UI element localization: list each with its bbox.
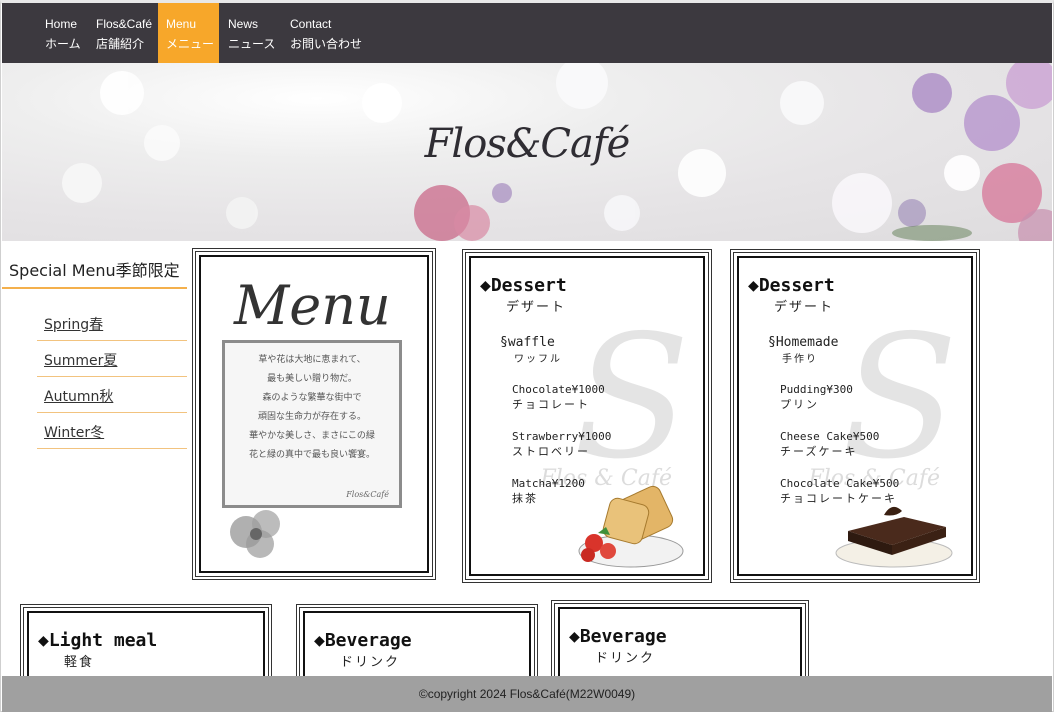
sidebar-link-autumn[interactable]: Autumn秋 [44,389,113,405]
hero-logo-title: Flos&Café [424,121,631,167]
menu-cover-poem-box: 草や花は大地に恵まれて、 最も美しい贈り物だ。 森のような繁華な街中で 頑固な生… [222,340,402,508]
nav-home-label-jp: ホーム [45,37,81,51]
card-title: ◆Dessert [480,275,567,296]
menu-item-name-jp: ストロベリー [512,445,590,458]
menu-item-name-jp: チーズケーキ [780,445,858,458]
menu-cover-signature: Flos&Café [346,490,389,499]
nav-about[interactable]: Flos&Café 店舗紹介 [96,3,156,63]
menu-item-name: Chocolate Cake¥500 [780,477,900,490]
nav-about-label-jp: 店舗紹介 [96,37,145,51]
card-subtitle: §waffle [500,335,555,350]
card-subtitle-jp: ワッフル [514,354,562,365]
nav-contact-label-jp: お問い合わせ [290,37,363,51]
nav-news-label: News [228,17,259,31]
nav-news[interactable]: News ニュース [228,3,284,63]
poem-line: 華やかな美しさ、まさにこの緑 [249,431,375,441]
page-footer: ©copyright 2024 Flos&Café(M22W0049) [2,676,1052,712]
poem-line: 頑固な生命力が存在する。 [257,412,366,422]
sidebar-item-winter[interactable]: Winter冬 [37,413,187,449]
card-subtitle-jp: 手作り [782,354,818,365]
menu-item-name-jp: プリン [780,398,819,411]
menu-item-name: Chocolate¥1000 [512,383,605,396]
sidebar-link-winter[interactable]: Winter冬 [44,425,104,441]
nav-menu[interactable]: Menu メニュー [158,3,219,63]
poem-line: 最も美しい贈り物だ。 [267,374,357,384]
flower-illustration-icon [230,510,280,558]
waffle-illustration-icon [578,485,684,568]
nav-menu-label-jp: メニュー [166,37,215,51]
top-nav: Home ホーム Flos&Café 店舗紹介 Menu メニュー News ニ… [2,3,1052,63]
poem-line: 花と緑の真中で最も良い饗宴。 [248,450,375,460]
dessert-card-waffle[interactable]: S Flos & Café ◆Dessert デザート §waffle ワッフル… [462,249,712,583]
nav-menu-label: Menu [166,17,197,31]
card-title-jp: ドリンク [595,651,656,666]
sidebar-link-spring[interactable]: Spring春 [44,317,103,333]
nav-news-label-jp: ニュース [228,37,276,51]
card-title: ◆Dessert [748,275,835,296]
sidebar-list: Spring春 Summer夏 Autumn秋 Winter冬 [37,305,187,449]
nav-about-label: Flos&Café [96,17,153,31]
menu-item-name: Cheese Cake¥500 [780,430,880,443]
footer-copyright: ©copyright 2024 Flos&Café(M22W0049) [418,687,636,701]
card-title: ◆Beverage [569,626,667,647]
nav-contact-label: Contact [290,17,332,31]
menu-item-name-jp: チョコレート [512,398,590,411]
menu-item-name: Strawberry¥1000 [512,430,612,443]
sidebar-item-summer[interactable]: Summer夏 [37,341,187,377]
card-subtitle: §Homemade [768,335,839,350]
nav-contact[interactable]: Contact お問い合わせ [290,3,370,63]
card-title-jp: 軽食 [64,655,95,670]
nav-home-label: Home [45,17,78,31]
card-title-jp: デザート [506,300,567,315]
sidebar-item-autumn[interactable]: Autumn秋 [37,377,187,413]
poem-line: 森のような繁華な街中で [262,393,362,403]
sidebar-title: Special Menu季節限定 [2,248,187,289]
menu-cover-title: Menu [234,274,391,337]
nav-home[interactable]: Home ホーム [45,3,93,63]
menu-cover-card[interactable]: Menu 草や花は大地に恵まれて、 最も美しい贈り物だ。 森のような繁華な街中で… [192,248,436,580]
card-title: ◆Beverage [314,630,412,651]
hero-banner: Flos&Café [2,63,1052,241]
chocolate-cake-illustration-icon [835,506,953,568]
card-title: ◆Light meal [38,630,158,651]
poem-line: 草や花は大地に恵まれて、 [258,355,366,365]
card-title-jp: ドリンク [340,655,401,670]
card-title-jp: デザート [774,300,835,315]
sidebar-link-summer[interactable]: Summer夏 [44,353,117,369]
menu-item-name: Pudding¥300 [780,383,853,396]
dessert-card-homemade[interactable]: S Flos & Café ◆Dessert デザート §Homemade 手作… [730,249,980,583]
sidebar-item-spring[interactable]: Spring春 [37,305,187,341]
